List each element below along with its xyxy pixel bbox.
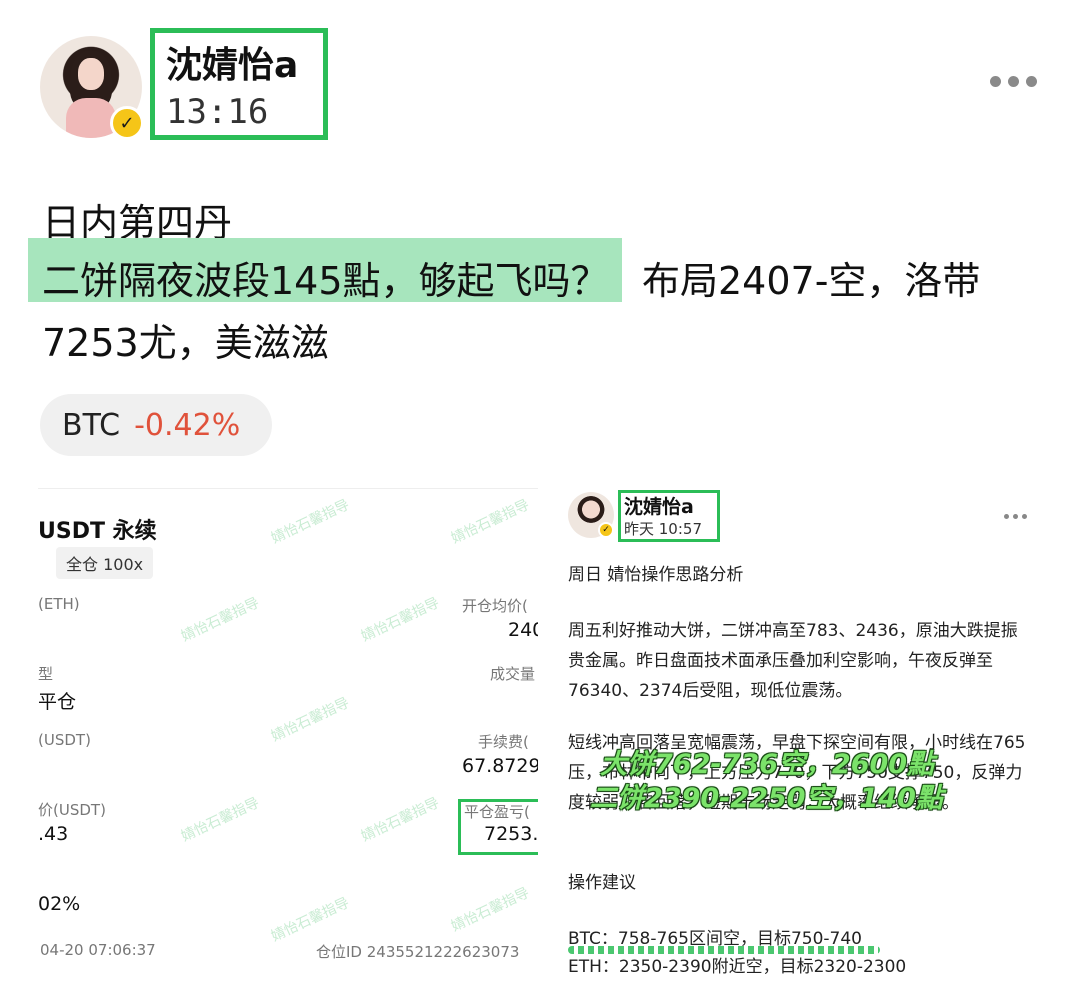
label-open-avg: 开仓均价( (462, 597, 528, 615)
label-usdt: (USDT) (38, 731, 91, 749)
margin-mode-badge: 全仓 100x (56, 547, 154, 579)
ticker-symbol: BTC (62, 407, 121, 443)
position-id: 仓位ID 2435521222623073 (316, 943, 520, 961)
post-time: 13:16 (166, 92, 269, 132)
verified-badge-icon: ✓ (110, 106, 144, 140)
watermark: 婧怡石馨指导 (178, 594, 262, 645)
post-time-small: 昨天 10:57 (624, 520, 702, 538)
more-options-icon (1004, 514, 1027, 519)
ticker-chip[interactable]: BTC -0.42% (40, 394, 272, 456)
label-pnl: 平仓盈亏( (464, 803, 530, 821)
overlay-text-2: 二饼2390-2250空，140點 (590, 783, 943, 814)
value-fee: 67.87299 (462, 755, 538, 777)
post-text-line2: 布局2407-空，洛带 (642, 259, 981, 303)
trade-datetime: 04-20 07:06:37 (40, 941, 156, 959)
value-percent: 02% (38, 893, 81, 915)
label-type: 型 (38, 665, 54, 683)
value-type: 平仓 (38, 691, 77, 713)
watermark: 婧怡石馨指导 (268, 694, 352, 745)
ticker-change: -0.42% (134, 407, 241, 443)
watermark: 婧怡石馨指导 (358, 794, 442, 845)
watermark: 婧怡石馨指导 (268, 496, 352, 547)
watermark: 婧怡石馨指导 (448, 884, 532, 935)
value-open-avg: 240 (508, 619, 538, 641)
ops-heading: 操作建议 (568, 873, 636, 893)
watermark: 婧怡石馨指导 (178, 794, 262, 845)
watermark: 婧怡石馨指导 (358, 594, 442, 645)
value-price: .43 (38, 823, 69, 845)
analysis-heading: 周日 婧怡操作思路分析 (568, 565, 744, 585)
avatar-face (78, 58, 104, 90)
label-price: 价(USDT) (38, 801, 106, 819)
author-name[interactable]: 沈婧怡a (166, 36, 298, 88)
watermark: 婧怡石馨指导 (268, 894, 352, 945)
more-options-icon[interactable] (990, 76, 1037, 87)
watermark: 婧怡石馨指导 (448, 496, 532, 547)
avatar-body (66, 98, 116, 138)
analysis-paragraph-1: 周五利好推动大饼，二饼冲高至783、2436，原油大跌提振贵金属。昨日盘面技术面… (568, 621, 1018, 701)
label-fee: 手续费( (478, 733, 529, 751)
label-volume: 成交量 (490, 665, 536, 683)
attached-image-left[interactable]: 婧怡石馨指导 婧怡石馨指导 婧怡石馨指导 婧怡石馨指导 婧怡石馨指导 婧怡石馨指… (38, 488, 538, 984)
post-text-highlighted: 二饼隔夜波段145點，够起飞吗？ (42, 259, 609, 303)
label-eth: (ETH) (38, 595, 80, 613)
verified-badge-icon: ✓ (598, 522, 614, 538)
eth-suggestion: ETH：2350-2390附近空，目标2320-2300 (568, 957, 907, 977)
value-pnl: 7253. (484, 823, 538, 845)
post-text-line3: 7253尤，美滋滋 (42, 321, 329, 365)
contract-title: USDT 永续 (38, 519, 157, 544)
attached-image-right[interactable]: ✓ 沈婧怡a 昨天 10:57 周日 婧怡操作思路分析 周五利好推动大饼，二饼冲… (548, 478, 1048, 984)
author-name-small: 沈婧怡a (624, 496, 694, 518)
